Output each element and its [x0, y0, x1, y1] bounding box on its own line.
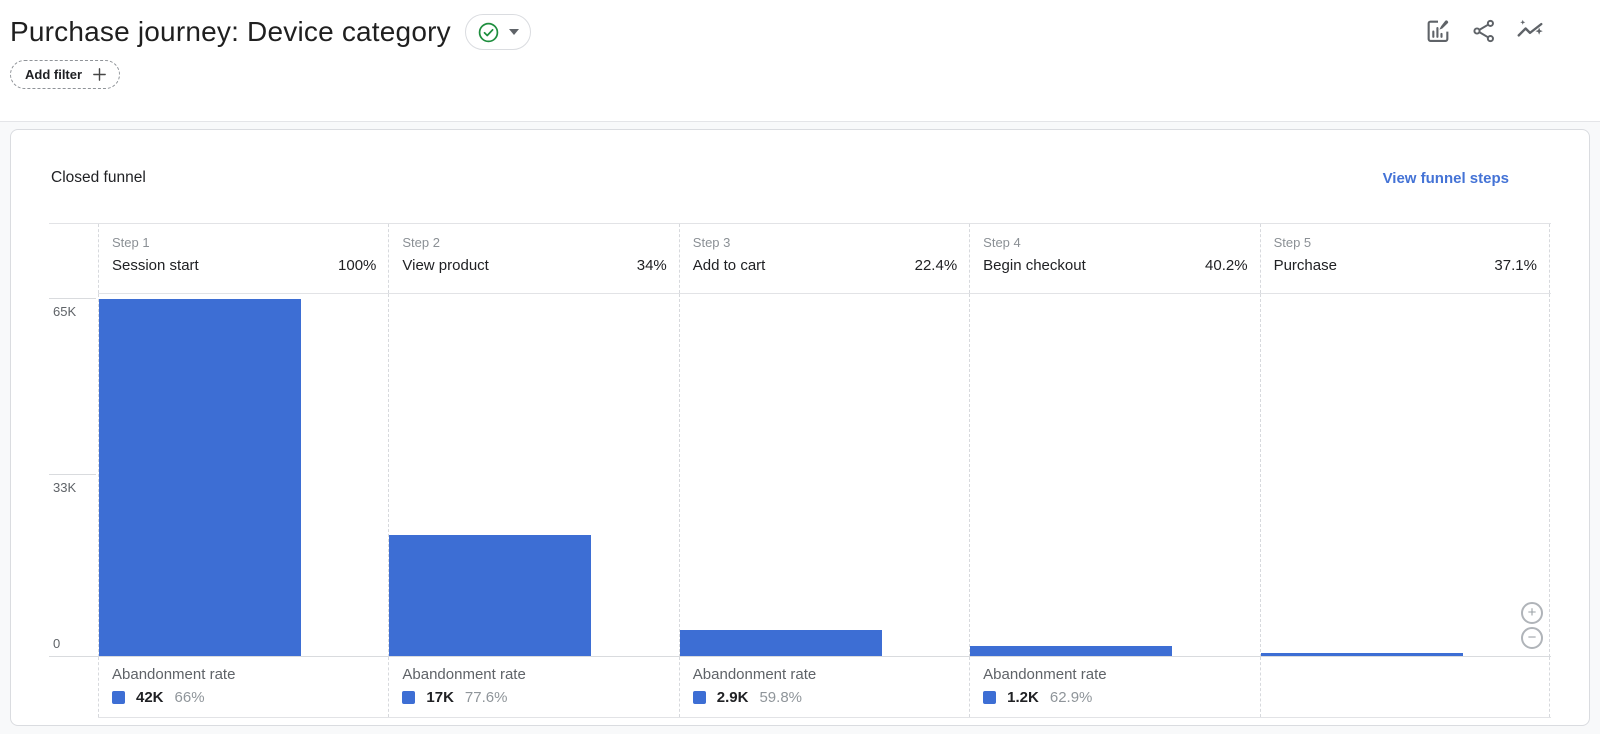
abandonment-label: Abandonment rate [692, 666, 817, 683]
funnel-step-header: Step 4 Begin checkout 40.2% [969, 224, 1259, 293]
abandonment-legend: Abandonment rate 17K 77.6% [388, 657, 678, 717]
share-button[interactable] [1468, 15, 1499, 46]
view-funnel-steps-link[interactable]: View funnel steps [1383, 170, 1509, 187]
funnel-bar[interactable] [679, 630, 882, 657]
card-title: Closed funnel [51, 169, 146, 186]
y-axis-label: 0 [53, 636, 61, 651]
funnel-step-header: Step 3 Add to cart 22.4% [678, 224, 969, 293]
edit-chart-icon [1424, 17, 1452, 45]
abandonment-rate: 59.8% [759, 689, 803, 706]
funnel-bar[interactable] [389, 535, 592, 657]
abandonment-label: Abandonment rate [983, 666, 1107, 683]
step-label: Step 2 [402, 235, 440, 250]
abandonment-legend: Abandonment rate 1.2K 62.9% [969, 657, 1259, 717]
funnel-step-header: Step 2 View product 34% [388, 224, 678, 293]
funnel-column [1259, 294, 1550, 657]
y-axis-tick [49, 298, 96, 299]
abandonment-rate: 62.9% [1049, 689, 1093, 706]
step-completion-rate: 37.1% [1494, 257, 1537, 274]
funnel-bar[interactable] [99, 299, 301, 657]
add-filter-label: Add filter [25, 67, 83, 82]
zoom-out-button[interactable]: − [1521, 627, 1543, 649]
page-title: Purchase journey: Device category [10, 16, 451, 47]
exploration-canvas: Closed funnel View funnel steps Step 1 Se… [0, 122, 1600, 734]
abandonment-count: 42K [136, 689, 164, 706]
y-axis-tick [49, 474, 96, 475]
step-event-name: View product [402, 257, 489, 274]
step-completion-rate: 100% [338, 257, 377, 274]
plus-icon [91, 66, 108, 83]
exploration-topbar: Purchase journey: Device category Add fi… [0, 0, 1600, 122]
step-event-name: Purchase [1273, 257, 1337, 274]
abandonment-count: 17K [426, 689, 454, 706]
abandonment-label: Abandonment rate [112, 666, 236, 683]
y-axis-label: 33K [53, 480, 77, 495]
step-completion-rate: 22.4% [914, 257, 958, 274]
add-filter-button[interactable]: Add filter [10, 60, 121, 89]
zoom-in-button[interactable]: + [1521, 602, 1543, 624]
funnel-column [388, 294, 678, 657]
step-event-name: Session start [112, 257, 199, 274]
legend-swatch-icon [112, 691, 125, 704]
funnel-column [969, 294, 1259, 657]
abandonment-rate: 66% [174, 689, 205, 706]
validation-status-pill[interactable] [464, 14, 531, 50]
funnel-column [98, 294, 388, 657]
step-label: Step 3 [692, 235, 731, 250]
x-axis-line [49, 656, 1551, 657]
abandonment-legend: Abandonment rate 42K 66% [98, 657, 388, 717]
step-event-name: Begin checkout [983, 257, 1086, 274]
abandonment-count: 1.2K [1007, 689, 1039, 706]
check-circle-icon [477, 21, 500, 44]
step-label: Step 5 [1273, 235, 1312, 250]
abandonment-label: Abandonment rate [402, 666, 526, 683]
caret-down-icon [508, 29, 519, 35]
legend-swatch-icon [692, 691, 706, 704]
legend-swatch-icon [983, 691, 997, 704]
legend-swatch-icon [402, 691, 416, 704]
step-completion-rate: 34% [636, 257, 667, 274]
step-label: Step 4 [983, 235, 1021, 250]
funnel-step-header: Step 1 Session start 100% [98, 224, 388, 293]
insights-button[interactable] [1514, 15, 1545, 46]
edit-chart-button[interactable] [1422, 15, 1453, 46]
funnel-column [678, 294, 969, 657]
step-event-name: Add to cart [692, 257, 766, 274]
abandonment-count: 2.9K [716, 689, 749, 706]
funnel-step-header: Step 5 Purchase 37.1% [1259, 224, 1550, 293]
funnel-chart: Step 1 Session start 100% Step 2 View produc… [49, 223, 1551, 718]
step-completion-rate: 40.2% [1205, 257, 1248, 274]
funnel-card: Closed funnel View funnel steps Step 1 Se… [10, 129, 1590, 726]
y-axis-label: 65K [53, 304, 77, 319]
step-label: Step 1 [112, 235, 150, 250]
insights-icon [1515, 16, 1545, 46]
share-icon [1470, 17, 1498, 45]
abandonment-legend: Abandonment rate 2.9K 59.8% [678, 657, 969, 717]
abandonment-rate: 77.6% [464, 689, 508, 706]
abandonment-legend [1259, 657, 1550, 717]
